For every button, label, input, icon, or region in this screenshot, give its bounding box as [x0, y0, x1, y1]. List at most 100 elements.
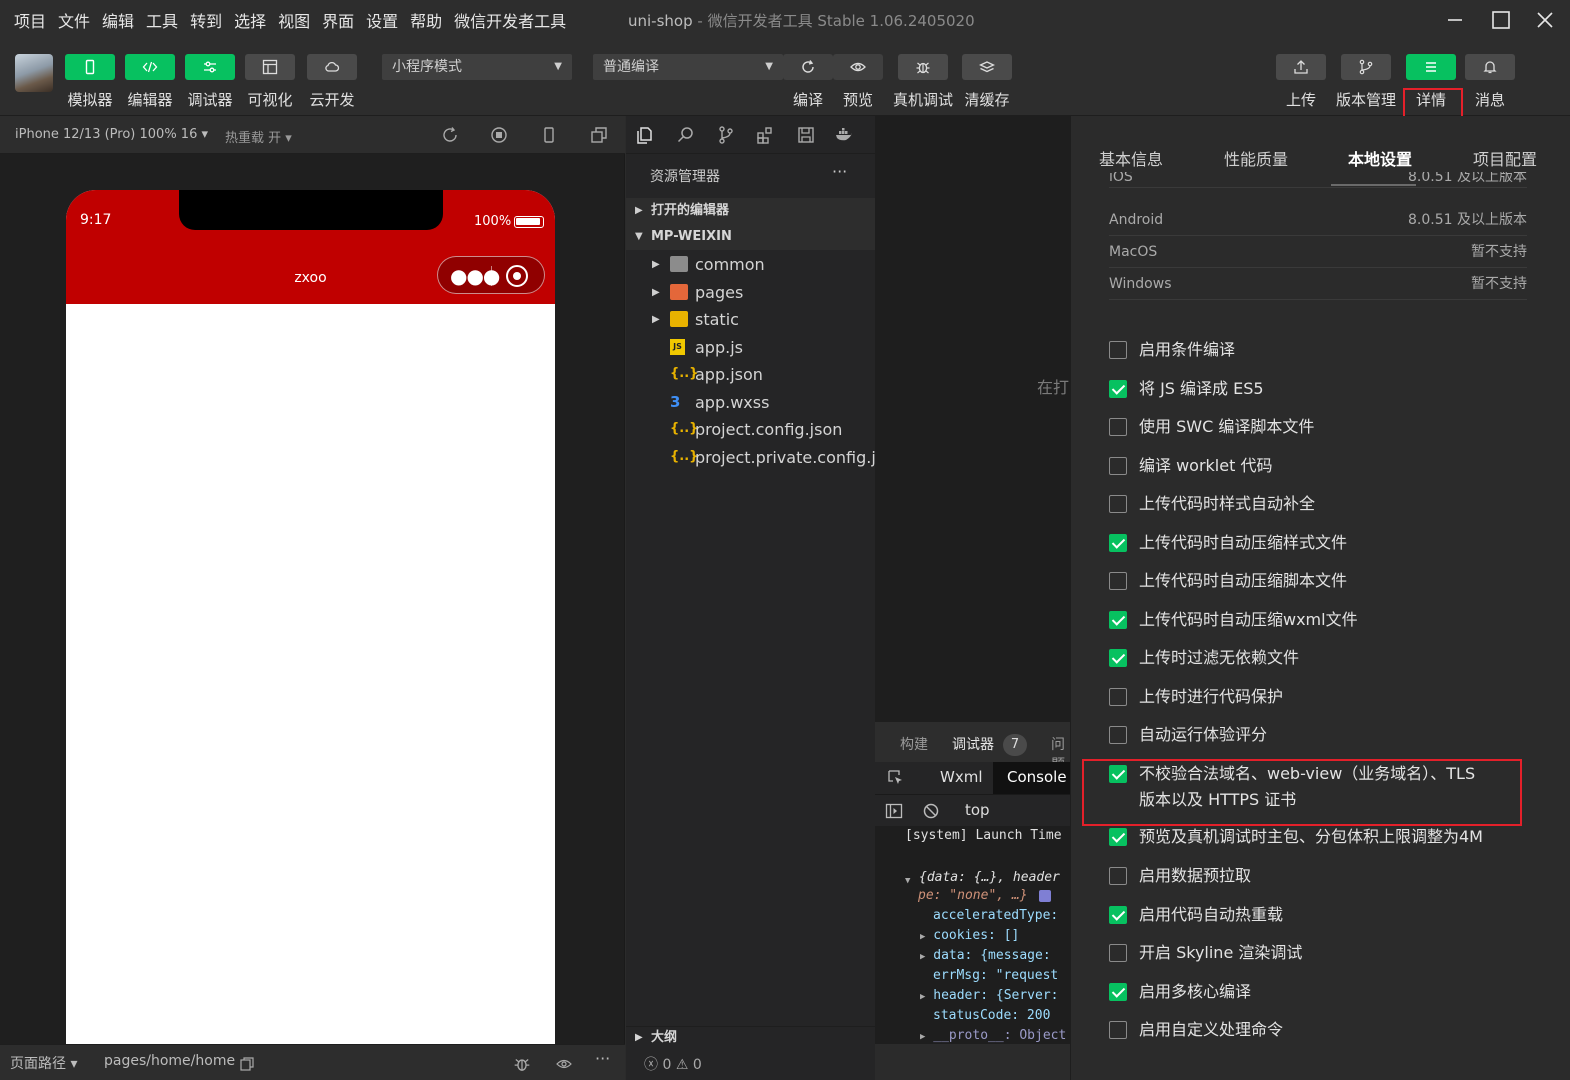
checkbox-checked-icon[interactable]	[1109, 983, 1127, 1001]
compile-select[interactable]: 普通编译 ▼	[593, 54, 783, 80]
mode-select[interactable]: 小程序模式 ▼	[382, 54, 572, 80]
extensions-icon[interactable]	[755, 125, 775, 145]
project-section[interactable]: ▼ MP-WEIXIN	[626, 224, 875, 250]
minimize-button[interactable]	[1440, 6, 1470, 34]
simulator-button[interactable]	[65, 54, 115, 80]
menu-help[interactable]: 帮助	[410, 8, 442, 32]
checkbox-checked-icon[interactable]	[1109, 380, 1127, 398]
upload-button[interactable]	[1276, 54, 1326, 80]
checkbox-unchecked-icon[interactable]	[1109, 572, 1127, 590]
menu-file[interactable]: 文件	[58, 8, 90, 32]
tree-item-app-json[interactable]: {..} app.json	[626, 361, 875, 388]
close-target-icon[interactable]	[506, 265, 528, 287]
console-prop[interactable]: ▶ data: {message:	[920, 948, 1070, 963]
maximize-button[interactable]	[1486, 6, 1516, 34]
tab-basic-info[interactable]: 基本信息	[1099, 146, 1163, 170]
console-prop[interactable]: ▶ __proto__: Object	[920, 1028, 1070, 1043]
visual-button[interactable]	[245, 54, 295, 80]
sidebar-toggle-icon[interactable]	[885, 802, 903, 820]
tree-item-project-private-config[interactable]: {..} project.private.config.js...	[626, 444, 875, 471]
open-editors-section[interactable]: ▶ 打开的编辑器	[626, 198, 875, 224]
explorer-more-button[interactable]: ···	[832, 162, 847, 181]
menu-tools[interactable]: 工具	[146, 8, 178, 32]
console-prop[interactable]: ▶ cookies: []	[920, 928, 1070, 943]
checkbox-checked-icon[interactable]	[1109, 906, 1127, 924]
tab-wxml[interactable]: Wxml	[940, 768, 983, 786]
menu-edit[interactable]: 编辑	[102, 8, 134, 32]
menu-goto[interactable]: 转到	[190, 8, 222, 32]
tree-item-app-wxss[interactable]: 3 app.wxss	[626, 389, 875, 416]
editor-button[interactable]	[125, 54, 175, 80]
close-window-button[interactable]	[1530, 6, 1560, 34]
stop-icon[interactable]	[490, 126, 508, 144]
menu-devtools[interactable]: 微信开发者工具	[454, 8, 566, 32]
phone-screen[interactable]: 9:17 100% zxoo ●●●	[66, 190, 555, 1050]
tab-debugger[interactable]: 调试器	[952, 734, 994, 754]
capsule-menu[interactable]: ●●●	[437, 256, 545, 294]
docker-icon[interactable]	[834, 125, 854, 145]
preview-button[interactable]	[833, 54, 883, 80]
phone-icon[interactable]	[540, 126, 558, 144]
console-context[interactable]: top	[965, 801, 990, 819]
menu-project[interactable]: 项目	[14, 8, 46, 32]
checkbox-unchecked-icon[interactable]	[1109, 418, 1127, 436]
more-icon[interactable]: ···	[595, 1049, 610, 1068]
compile-button[interactable]	[783, 54, 833, 80]
checkbox-unchecked-icon[interactable]	[1109, 867, 1127, 885]
tree-item-static[interactable]: ▶ static	[626, 306, 875, 333]
page-path-select[interactable]: 页面路径 ▾	[10, 1053, 77, 1073]
checkbox-unchecked-icon[interactable]	[1109, 457, 1127, 475]
checkbox-unchecked-icon[interactable]	[1109, 688, 1127, 706]
details-button[interactable]	[1406, 54, 1456, 80]
checkbox-checked-icon[interactable]	[1109, 534, 1127, 552]
rotate-icon[interactable]	[441, 126, 459, 144]
menu-interface[interactable]: 界面	[322, 8, 354, 32]
messages-button[interactable]	[1465, 54, 1515, 80]
device-select[interactable]: iPhone 12/13 (Pro) 100% 16 ▾	[15, 127, 208, 142]
version-button[interactable]	[1341, 54, 1391, 80]
checkbox-unchecked-icon[interactable]	[1109, 726, 1127, 744]
hot-reload-select[interactable]: 热重载 开 ▾	[225, 127, 292, 146]
tab-build[interactable]: 构建	[900, 734, 928, 754]
tree-item-app-js[interactable]: JS app.js	[626, 334, 875, 361]
os-name: MacOS	[1109, 244, 1158, 260]
setting-label-text: 上传时过滤无依赖文件	[1139, 648, 1300, 667]
checkbox-unchecked-icon[interactable]	[1109, 495, 1127, 513]
cloud-button[interactable]	[307, 54, 357, 80]
clear-console-icon[interactable]	[922, 802, 940, 820]
bug-icon[interactable]	[513, 1055, 531, 1073]
console-prop[interactable]: ▶ header: {Server:	[920, 988, 1070, 1003]
tab-performance[interactable]: 性能质量	[1224, 146, 1288, 170]
tab-project-config[interactable]: 项目配置	[1473, 146, 1537, 170]
tree-item-common[interactable]: ▶ common	[626, 251, 875, 278]
debugger-button[interactable]	[185, 54, 235, 80]
menu-view[interactable]: 视图	[278, 8, 310, 32]
inspect-icon[interactable]	[887, 769, 905, 787]
copy-icon[interactable]	[240, 1057, 254, 1071]
remote-debug-button[interactable]	[898, 54, 948, 80]
tab-local-settings[interactable]: 本地设置	[1348, 146, 1412, 170]
checkbox-checked-icon[interactable]	[1109, 611, 1127, 629]
tab-console[interactable]: Console	[993, 762, 1070, 794]
status-battery-text: 100%	[474, 214, 512, 229]
checkbox-unchecked-icon[interactable]	[1109, 944, 1127, 962]
menu-settings[interactable]: 设置	[366, 8, 398, 32]
json-file-icon: {..}	[670, 449, 699, 464]
checkbox-unchecked-icon[interactable]	[1109, 341, 1127, 359]
search-icon[interactable]	[676, 125, 696, 145]
checkbox-checked-icon[interactable]	[1109, 828, 1127, 846]
checkbox-checked-icon[interactable]	[1109, 649, 1127, 667]
save-icon[interactable]	[796, 125, 816, 145]
source-control-icon[interactable]	[716, 125, 736, 145]
checkbox-unchecked-icon[interactable]	[1109, 1021, 1127, 1039]
popout-icon[interactable]	[590, 126, 608, 144]
clear-cache-button[interactable]	[962, 54, 1012, 80]
files-icon[interactable]	[635, 125, 655, 145]
tree-item-pages[interactable]: ▶ pages	[626, 279, 875, 306]
eye-icon[interactable]	[554, 1056, 574, 1072]
outline-section[interactable]: ▶ 大纲	[626, 1026, 875, 1050]
menu-select[interactable]: 选择	[234, 8, 266, 32]
tree-item-project-config[interactable]: {..} project.config.json	[626, 416, 875, 443]
avatar[interactable]	[15, 54, 53, 92]
problems-status[interactable]: ⓧ 0 ⚠ 0	[626, 1050, 875, 1080]
